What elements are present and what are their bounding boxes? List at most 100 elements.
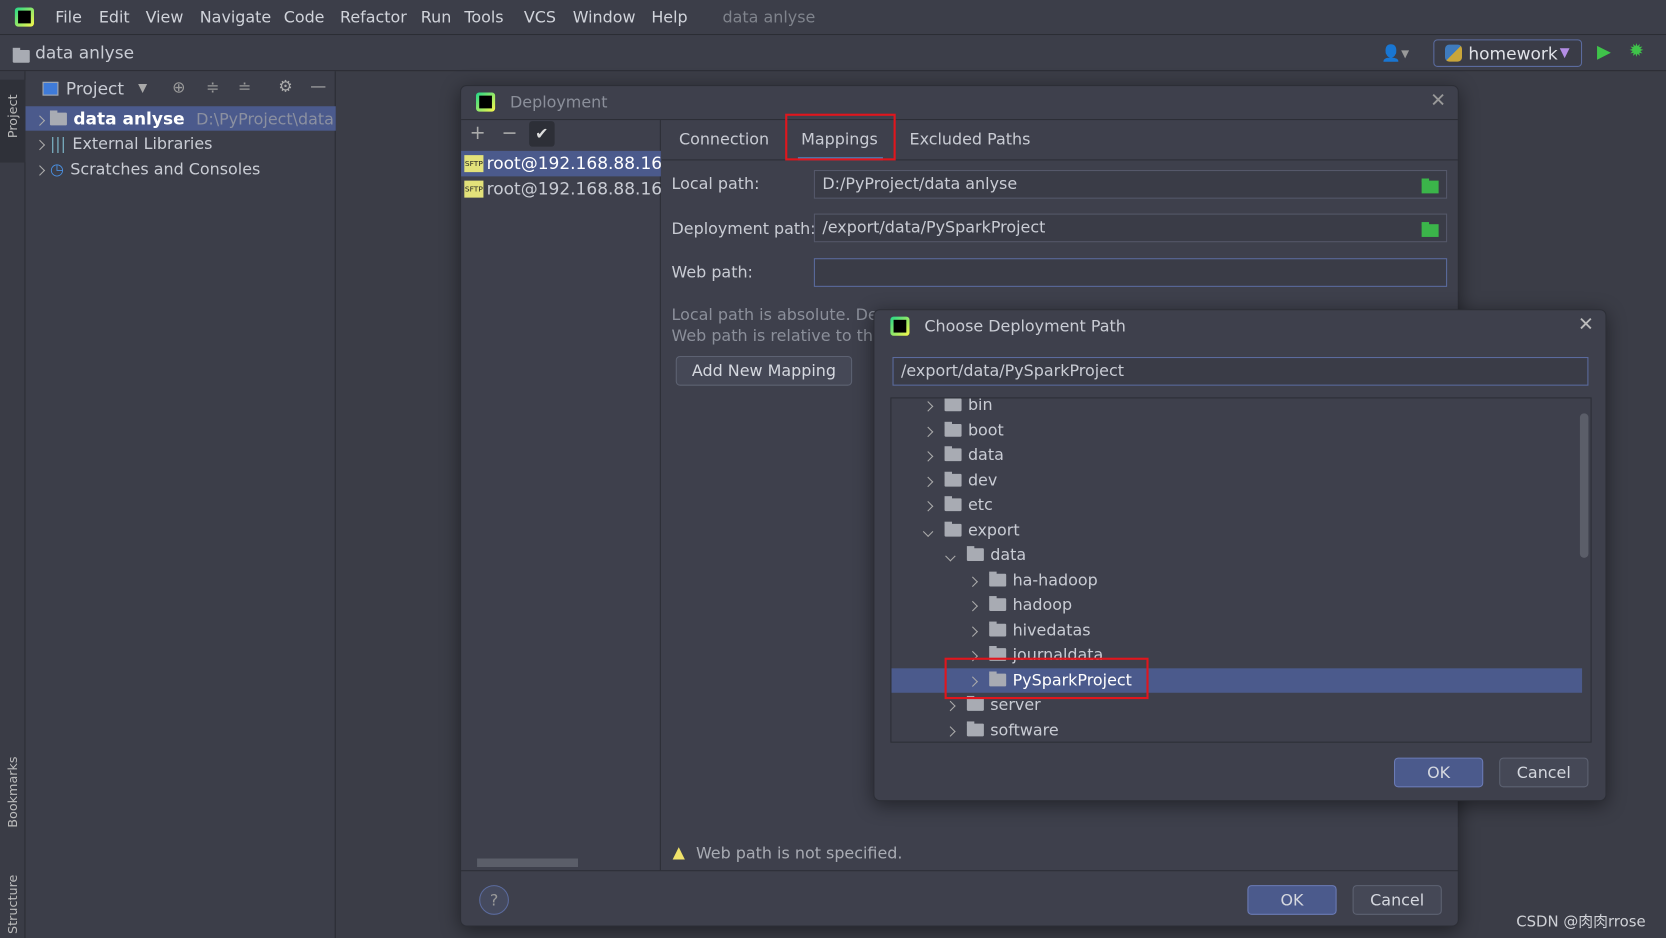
tree-item[interactable]: data [891, 443, 1582, 467]
run-config-selector[interactable]: homework ▼ [1433, 39, 1583, 67]
collapse-all-icon[interactable]: ≐ [238, 78, 251, 97]
chevron-right-icon[interactable] [967, 600, 978, 612]
tab-excluded-paths[interactable]: Excluded Paths [910, 130, 1031, 149]
tree-item[interactable]: ha-hadoop [891, 568, 1582, 592]
menu-navigate[interactable]: Navigate [200, 7, 271, 26]
highlight-box [785, 113, 896, 161]
chevron-right-icon [34, 139, 46, 151]
locate-icon[interactable]: ⊕ [172, 78, 185, 97]
tree-item[interactable]: dev [891, 468, 1582, 492]
scratches-icon: ◷ [49, 159, 64, 179]
menu-edit[interactable]: Edit [99, 7, 130, 26]
chevron-right-icon[interactable] [922, 451, 934, 462]
pycharm-logo [476, 92, 496, 112]
help-text: Local path is absolute. Dep [671, 304, 888, 325]
path-input[interactable]: /export/data/PySparkProject [892, 357, 1589, 386]
local-path-label: Local path: [671, 174, 760, 194]
tree-item[interactable]: bin [891, 398, 1582, 417]
folder-icon [989, 571, 1007, 586]
run-icon[interactable]: ▶ [1597, 41, 1611, 62]
menu-tools[interactable]: Tools [464, 7, 503, 26]
remove-icon[interactable]: − [502, 122, 518, 144]
folder-icon [989, 621, 1007, 636]
user-icon[interactable]: 👤▾ [1381, 44, 1409, 63]
web-path-label: Web path: [671, 262, 753, 282]
menu-file[interactable]: File [55, 7, 82, 26]
server-item[interactable]: SFTP root@192.168.88.161:2 [461, 176, 661, 202]
project-tool-button[interactable]: Project [0, 79, 26, 163]
chevron-right-icon[interactable] [922, 401, 934, 412]
check-icon[interactable]: ✔ [529, 121, 555, 147]
help-icon[interactable]: ? [479, 885, 509, 915]
tree-item-scratches[interactable]: ◷ Scratches and Consoles [26, 157, 336, 181]
structure-tool-button[interactable]: Structure [5, 875, 20, 934]
chevron-right-icon[interactable] [967, 575, 978, 587]
chevron-right-icon[interactable] [922, 476, 934, 487]
chevron-right-icon[interactable] [967, 625, 978, 637]
project-panel: Project ▼ ⊕ ≑ ≐ ⚙ — data anlyse D:\PyPro… [25, 71, 336, 938]
cancel-button[interactable]: Cancel [1499, 757, 1589, 788]
project-view-selector[interactable]: Project [66, 79, 124, 99]
deployment-path-input[interactable]: /export/data/PySparkProject [813, 213, 1448, 243]
local-path-input[interactable]: D:/PyProject/data anlyse [813, 170, 1448, 199]
chevron-down-icon[interactable] [945, 550, 956, 562]
menu-view[interactable]: View [146, 7, 184, 26]
pycharm-logo [890, 316, 910, 336]
ok-button[interactable]: OK [1394, 757, 1484, 788]
warning-text: Web path is not specified. [695, 843, 903, 863]
horizontal-scrollbar[interactable] [477, 858, 578, 867]
chevron-right-icon[interactable] [922, 426, 934, 437]
cancel-button[interactable]: Cancel [1352, 885, 1442, 915]
menu-help[interactable]: Help [651, 7, 687, 26]
tree-item[interactable]: software [891, 718, 1582, 742]
chevron-right-icon[interactable] [945, 725, 956, 737]
menu-run[interactable]: Run [421, 7, 452, 26]
pycharm-logo [14, 7, 34, 27]
folder-icon [966, 720, 984, 736]
minimize-icon[interactable]: — [310, 77, 326, 96]
web-path-input[interactable] [813, 258, 1448, 287]
folder-icon [944, 421, 962, 437]
folder-icon [944, 471, 962, 487]
folder-icon [944, 446, 962, 462]
menu-window[interactable]: Window [573, 7, 636, 26]
folder-icon [944, 521, 962, 537]
bookmarks-tool-button[interactable]: Bookmarks [5, 756, 20, 827]
debug-icon[interactable]: ✹ [1629, 40, 1644, 61]
chevron-down-icon[interactable] [922, 525, 934, 537]
close-icon[interactable]: ✕ [1430, 89, 1446, 111]
window-title: data anlyse [722, 7, 816, 27]
add-new-mapping-button[interactable]: Add New Mapping [675, 355, 853, 386]
chevron-right-icon[interactable] [945, 700, 956, 712]
menu-refactor[interactable]: Refactor [340, 7, 407, 26]
watermark: CSDN @肉肉rrose [1516, 913, 1646, 931]
tree-item-data-anlyse[interactable]: data anlyse D:\PyProject\data a [25, 106, 336, 131]
gear-icon[interactable]: ⚙ [278, 77, 292, 96]
tree-item[interactable]: export [891, 518, 1582, 542]
tree-item[interactable]: data [891, 543, 1582, 567]
ok-button[interactable]: OK [1247, 885, 1337, 915]
tree-item[interactable]: boot [891, 418, 1582, 442]
menu-code[interactable]: Code [284, 7, 325, 26]
server-item[interactable]: SFTP root@192.168.88.161 [461, 150, 661, 177]
help-text: Web path is relative to the [671, 326, 883, 346]
tab-connection[interactable]: Connection [679, 130, 769, 149]
chevron-down-icon[interactable]: ▼ [138, 81, 147, 95]
chevron-right-icon[interactable] [922, 501, 934, 512]
add-icon[interactable]: + [470, 122, 486, 144]
tree-item[interactable]: hadoop [891, 593, 1582, 617]
tab-bar: Connection Mappings Excluded Paths [661, 120, 1459, 161]
menu-vcs[interactable]: VCS [524, 7, 556, 26]
dialog-title: Deployment [510, 92, 608, 112]
close-icon[interactable]: ✕ [1578, 313, 1594, 335]
tree-item-external-libraries[interactable]: ||| External Libraries [26, 132, 336, 156]
folder-open-icon[interactable] [1421, 178, 1439, 194]
tree-item[interactable]: hivedatas [891, 618, 1582, 642]
warning-icon: ▲ [672, 842, 685, 862]
folder-open-icon[interactable] [1421, 222, 1439, 237]
tree-item[interactable]: etc [891, 493, 1582, 517]
breadcrumb[interactable]: data anlyse [35, 43, 134, 63]
chevron-right-icon [34, 115, 46, 126]
libraries-icon: ||| [49, 133, 67, 153]
expand-all-icon[interactable]: ≑ [206, 78, 219, 97]
